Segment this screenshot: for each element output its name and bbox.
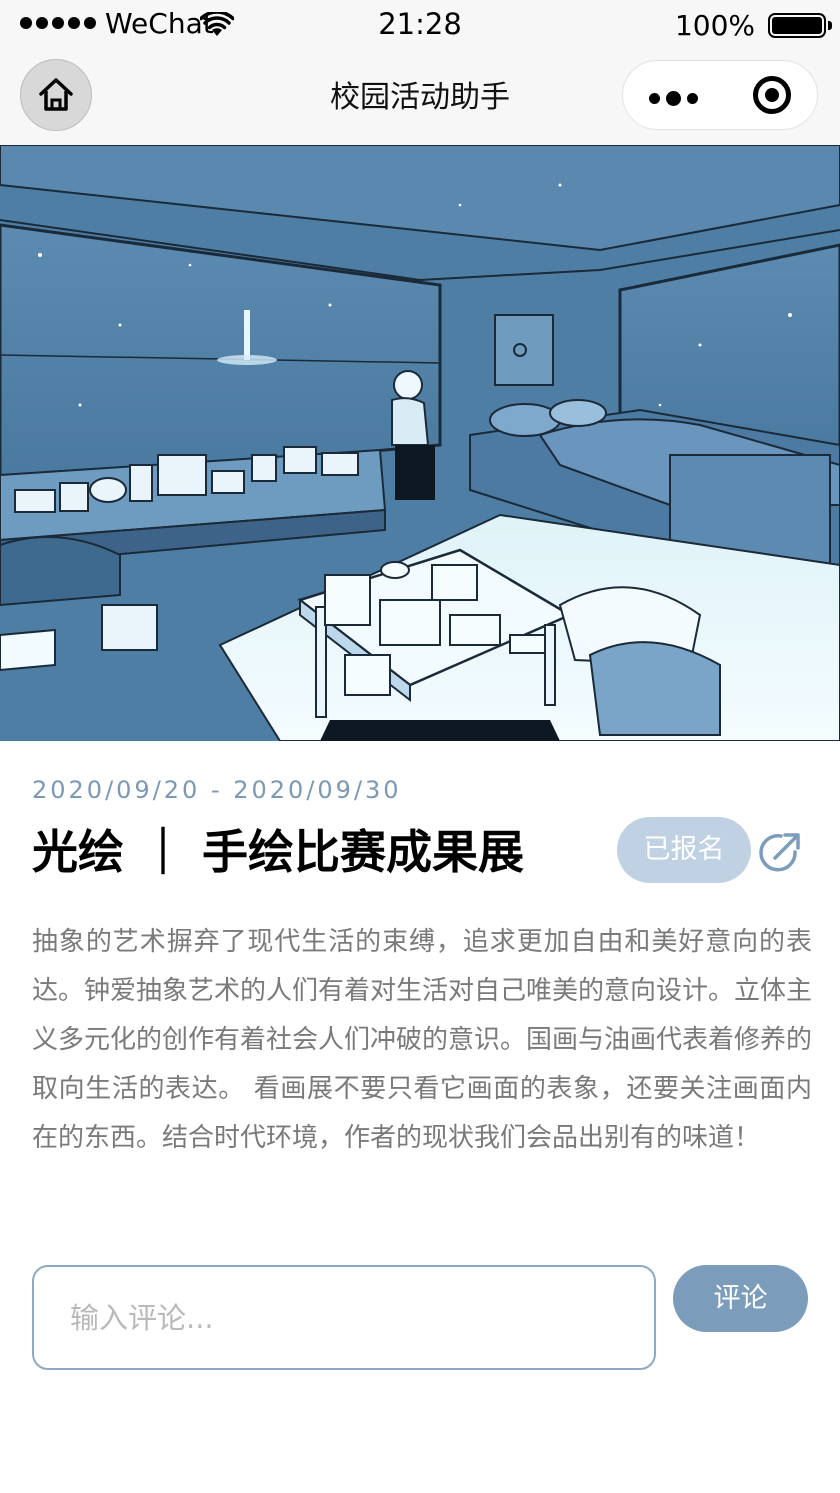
registered-badge[interactable]: 已报名	[617, 817, 751, 883]
battery-percentage: 100%	[674, 9, 755, 42]
comment-input[interactable]	[32, 1265, 656, 1370]
target-icon[interactable]	[753, 76, 791, 114]
battery-icon	[768, 13, 832, 38]
comment-submit-button[interactable]: 评论	[673, 1265, 808, 1332]
activity-description: 抽象的艺术摒弃了现代生活的束缚，追求更加自由和美好意向的表达。钟爱抽象艺术的人们…	[32, 927, 813, 1153]
hero-illustration	[0, 145, 840, 741]
more-dots-icon[interactable]	[649, 91, 698, 106]
miniprogram-capsule	[622, 60, 818, 130]
share-icon[interactable]	[757, 830, 803, 876]
navigation-bar: 校园活动助手	[0, 50, 840, 145]
activity-title: 光绘 ｜ 手绘比赛成果展	[32, 825, 525, 879]
bedroom-illustration	[0, 145, 840, 741]
status-bar: WeChat 21:28 100%	[0, 0, 840, 50]
activity-date-range: 2020/09/20 - 2020/09/30	[32, 776, 402, 804]
